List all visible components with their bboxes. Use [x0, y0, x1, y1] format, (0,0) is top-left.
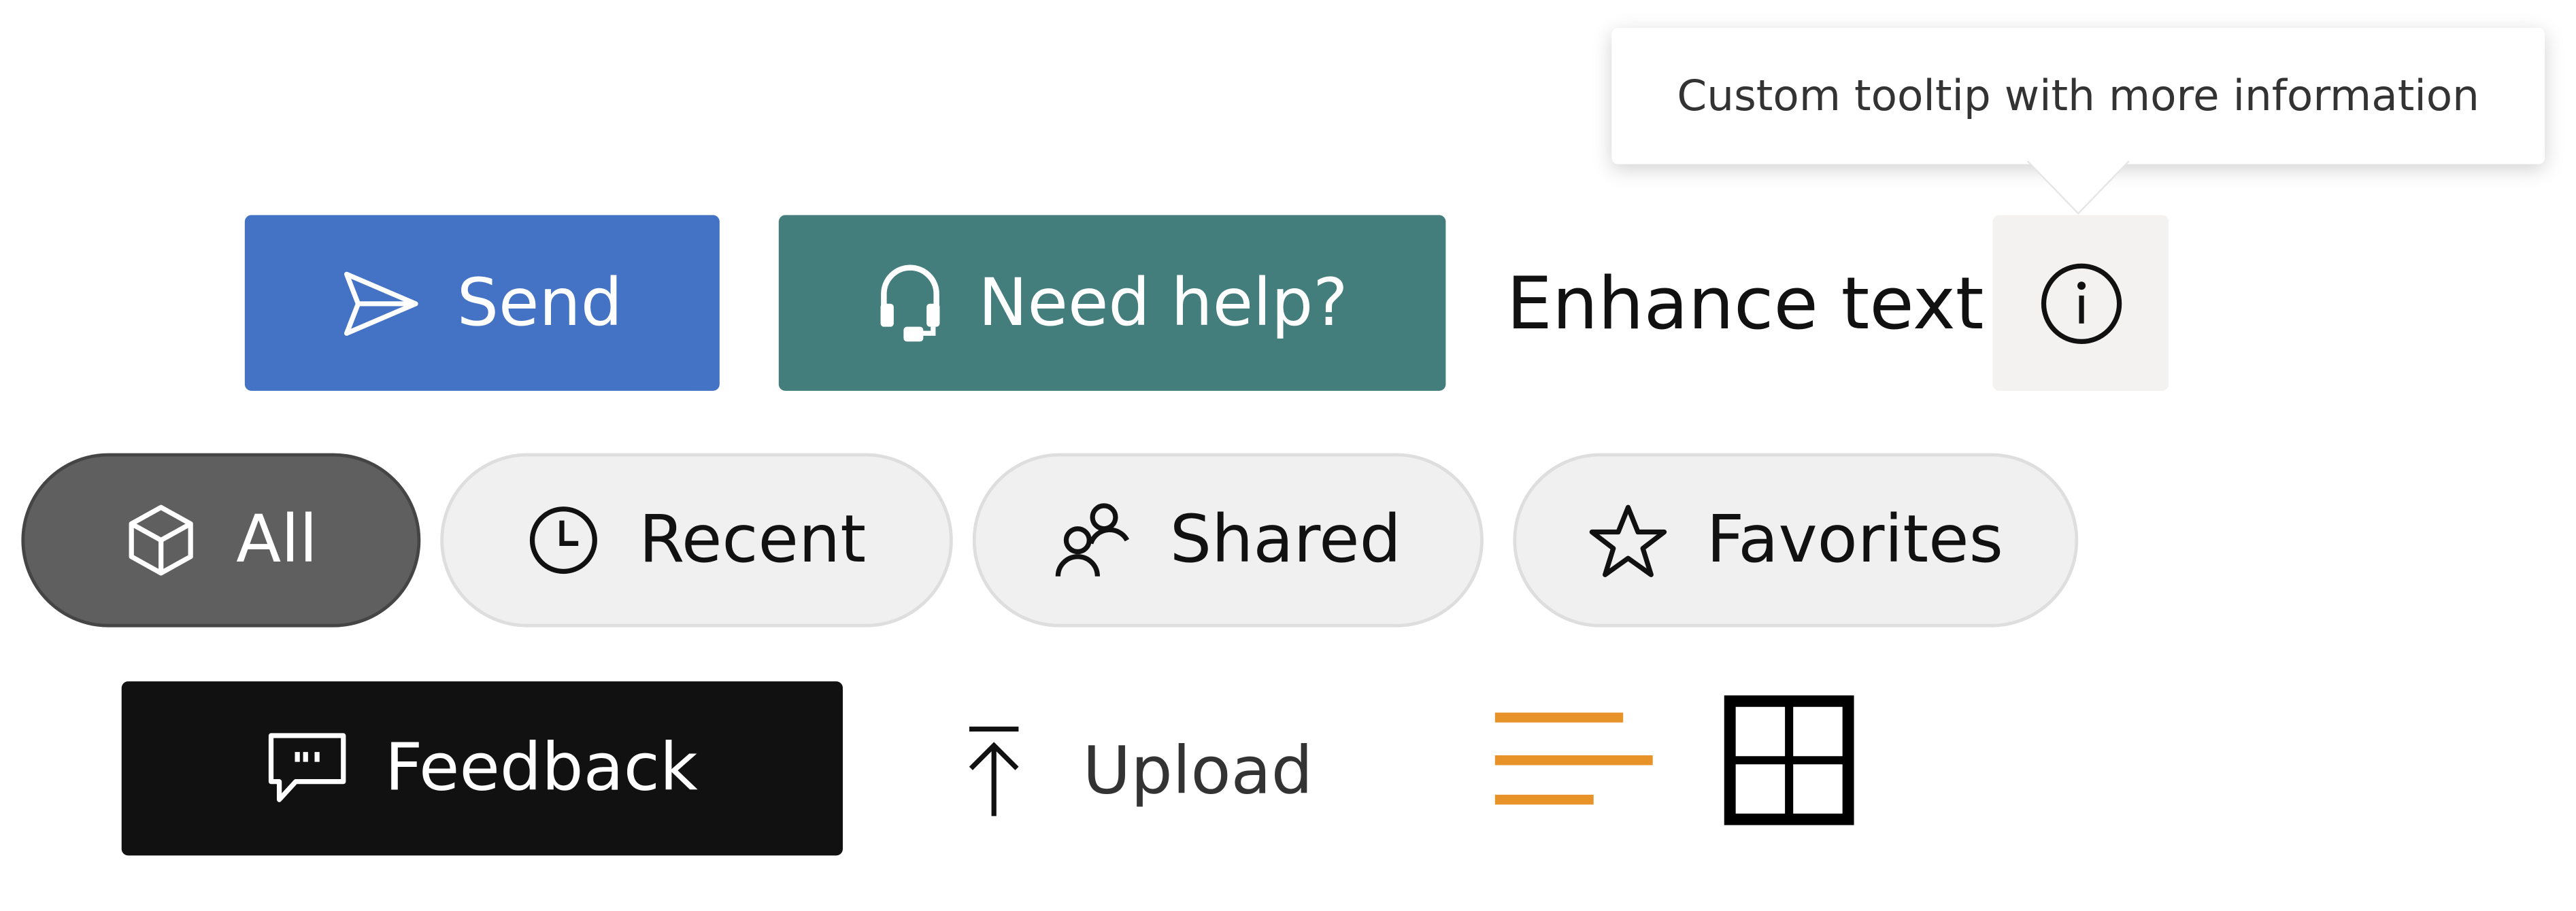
filter-label: All	[236, 502, 318, 579]
tooltip: Custom tooltip with more information	[1611, 28, 2545, 165]
need-help-button[interactable]: Need help?	[778, 215, 1446, 391]
feedback-button[interactable]: Feedback	[121, 681, 843, 856]
tooltip-arrow	[2026, 160, 2130, 215]
filter-all[interactable]: All	[21, 453, 421, 628]
send-label: Send	[456, 265, 623, 341]
filter-label: Shared	[1169, 502, 1401, 579]
headset-icon	[880, 264, 939, 341]
people-icon	[1055, 503, 1130, 577]
info-icon	[2040, 262, 2122, 343]
text-align-left-icon[interactable]	[1487, 698, 1661, 816]
need-help-label: Need help?	[978, 265, 1348, 341]
grid-icon[interactable]	[1722, 693, 1856, 827]
filter-label: Favorites	[1706, 502, 2003, 579]
star-icon	[1588, 504, 1667, 577]
upload-label: Upload	[1082, 734, 1314, 810]
clock-icon	[529, 506, 597, 574]
feedback-icon	[269, 733, 347, 802]
info-button[interactable]	[1992, 215, 2169, 391]
filter-label: Recent	[639, 502, 867, 579]
filter-favorites[interactable]: Favorites	[1513, 453, 2079, 628]
upload-icon	[969, 726, 1019, 817]
filter-shared[interactable]: Shared	[972, 453, 1484, 628]
enhance-text-label: Enhance text	[1506, 262, 1984, 347]
cube-icon	[128, 504, 193, 576]
tooltip-text: Custom tooltip with more information	[1677, 71, 2479, 121]
upload-button[interactable]: Upload	[961, 698, 1313, 845]
send-icon	[344, 271, 418, 335]
send-button[interactable]: Send	[244, 215, 720, 391]
filter-recent[interactable]: Recent	[440, 453, 953, 628]
feedback-label: Feedback	[384, 730, 698, 806]
